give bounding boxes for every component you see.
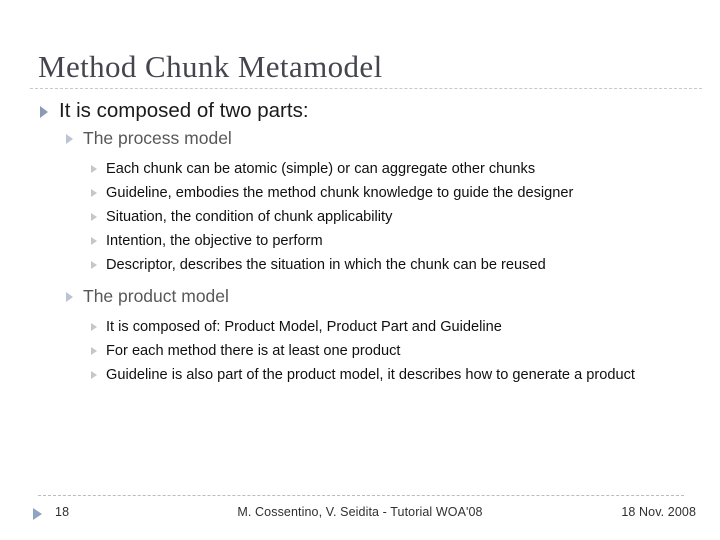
slide: Method Chunk Metamodel It is composed of…: [0, 0, 720, 540]
triangle-bullet-icon: [91, 261, 97, 269]
list-item: Each chunk can be atomic (simple) or can…: [0, 158, 720, 180]
list-item-label: It is composed of: Product Model, Produc…: [106, 319, 502, 335]
triangle-bullet-icon: [66, 292, 73, 302]
triangle-bullet-icon: [91, 189, 97, 197]
triangle-bullet-icon: [91, 323, 97, 331]
list-item: For each method there is at least one pr…: [0, 340, 720, 362]
triangle-bullet-icon: [66, 134, 73, 144]
footer-divider: [38, 495, 684, 496]
footer: 18 M. Cossentino, V. Seidita - Tutorial …: [0, 503, 720, 527]
list-item-label: Each chunk can be atomic (simple) or can…: [106, 161, 536, 177]
list-item: Guideline is also part of the product mo…: [0, 364, 720, 386]
slide-body: It is composed of two parts: The process…: [0, 98, 720, 388]
triangle-bullet-icon: [91, 347, 97, 355]
footer-center-text: M. Cossentino, V. Seidita - Tutorial WOA…: [237, 505, 483, 519]
list-item-label: Descriptor, describes the situation in w…: [106, 257, 546, 273]
triangle-bullet-icon: [91, 165, 97, 173]
list-item-label: Situation, the condition of chunk applic…: [106, 209, 393, 225]
list-item-label: Intention, the objective to perform: [106, 233, 323, 249]
list-item: It is composed of: Product Model, Produc…: [0, 316, 720, 338]
list-item: Intention, the objective to perform: [0, 230, 720, 252]
title-divider: [30, 88, 702, 89]
bullet-level2-label: The process model: [83, 128, 232, 148]
bullet-level1: It is composed of two parts:: [0, 98, 720, 123]
list-item-label: Guideline, embodies the method chunk kno…: [106, 185, 574, 201]
list-item-label: For each method there is at least one pr…: [106, 343, 401, 359]
list-item: Situation, the condition of chunk applic…: [0, 206, 720, 228]
page-title: Method Chunk Metamodel: [38, 49, 383, 84]
triangle-bullet-icon: [91, 371, 97, 379]
list-item: Guideline, embodies the method chunk kno…: [0, 182, 720, 204]
list-item: Descriptor, describes the situation in w…: [0, 254, 720, 276]
bullet-level2-label: The product model: [83, 286, 229, 306]
list-item-label: Guideline is also part of the product mo…: [106, 367, 635, 383]
footer-date: 18 Nov. 2008: [621, 505, 696, 519]
bullet-level1-label: It is composed of two parts:: [59, 99, 309, 122]
triangle-bullet-icon: [91, 213, 97, 221]
triangle-bullet-icon: [91, 237, 97, 245]
triangle-bullet-icon: [40, 106, 48, 118]
bullet-level2-product-model: The product model: [0, 285, 720, 307]
bullet-level2-process-model: The process model: [0, 127, 720, 149]
